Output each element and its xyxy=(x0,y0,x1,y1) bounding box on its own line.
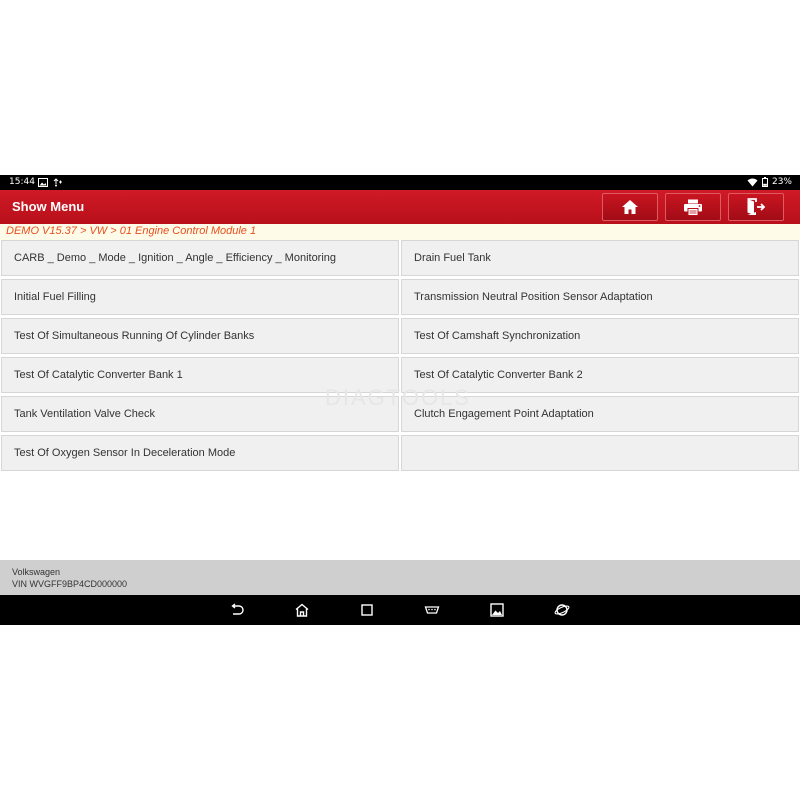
status-bar: 15:44 23% xyxy=(0,175,800,190)
home-button[interactable] xyxy=(602,193,658,221)
battery-percent: 23% xyxy=(771,177,792,187)
exit-button[interactable] xyxy=(728,193,784,221)
menu-item-oxygen-sensor-test[interactable]: Test Of Oxygen Sensor In Deceleration Mo… xyxy=(1,435,399,471)
menu-item-label: Test Of Camshaft Synchronization xyxy=(414,330,581,342)
breadcrumb-path[interactable]: DEMO V15.37 > VW > 01 Engine Control Mod… xyxy=(6,225,256,237)
battery-icon xyxy=(761,177,768,187)
menu-empty-cell xyxy=(401,435,799,471)
recent-apps-icon[interactable] xyxy=(359,602,375,618)
menu-item-cylinder-banks-test[interactable]: Test Of Simultaneous Running Of Cylinder… xyxy=(1,318,399,354)
menu-item-drain-fuel-tank[interactable]: Drain Fuel Tank xyxy=(401,240,799,276)
menu-item-label: Test Of Catalytic Converter Bank 2 xyxy=(414,369,583,381)
menu-item-label: Initial Fuel Filling xyxy=(14,291,96,303)
image-notification-icon xyxy=(38,178,48,187)
menu-item-label: Drain Fuel Tank xyxy=(414,252,491,264)
print-button[interactable] xyxy=(665,193,721,221)
wifi-icon xyxy=(747,178,758,186)
menu-item-label: Test Of Oxygen Sensor In Deceleration Mo… xyxy=(14,447,236,459)
screenshot-icon[interactable] xyxy=(489,602,505,618)
home-icon xyxy=(622,200,638,214)
vehicle-make: Volkswagen xyxy=(12,567,61,577)
menu-item-label: Test Of Catalytic Converter Bank 1 xyxy=(14,369,183,381)
exit-icon xyxy=(747,198,766,215)
menu-item-initial-fuel-filling[interactable]: Initial Fuel Filling xyxy=(1,279,399,315)
home-nav-icon[interactable] xyxy=(294,602,310,618)
vci-connector-icon[interactable] xyxy=(424,602,440,618)
vehicle-vin: VIN WVGFF9BP4CD000000 xyxy=(12,579,128,589)
system-navigation-bar xyxy=(0,595,800,625)
vehicle-info-bar: Volkswagen VIN WVGFF9BP4CD000000 xyxy=(0,560,800,595)
status-time: 15:44 xyxy=(9,177,35,187)
browser-icon[interactable] xyxy=(554,602,570,618)
menu-item-camshaft-sync-test[interactable]: Test Of Camshaft Synchronization xyxy=(401,318,799,354)
watermark: DIAGTOOLS xyxy=(325,385,471,410)
breadcrumb: DEMO V15.37 > VW > 01 Engine Control Mod… xyxy=(0,224,800,240)
page-title: Show Menu xyxy=(12,199,85,214)
usb-debug-icon xyxy=(53,178,62,187)
menu-item-transmission-neutral-adaptation[interactable]: Transmission Neutral Position Sensor Ada… xyxy=(401,279,799,315)
menu-item-label: Transmission Neutral Position Sensor Ada… xyxy=(414,291,653,303)
app-screen: 15:44 23% Show Menu DEMO V15.37 > VW > 0… xyxy=(0,175,800,625)
back-icon[interactable] xyxy=(229,602,245,618)
app-header: Show Menu xyxy=(0,190,800,224)
menu-item-label: Tank Ventilation Valve Check xyxy=(14,408,156,420)
menu-item-carb-demo-mode[interactable]: CARB _ Demo _ Mode _ Ignition _ Angle _ … xyxy=(1,240,399,276)
printer-icon xyxy=(684,199,702,216)
menu-item-label: CARB _ Demo _ Mode _ Ignition _ Angle _ … xyxy=(14,252,337,264)
menu-item-label: Test Of Simultaneous Running Of Cylinder… xyxy=(14,330,255,342)
